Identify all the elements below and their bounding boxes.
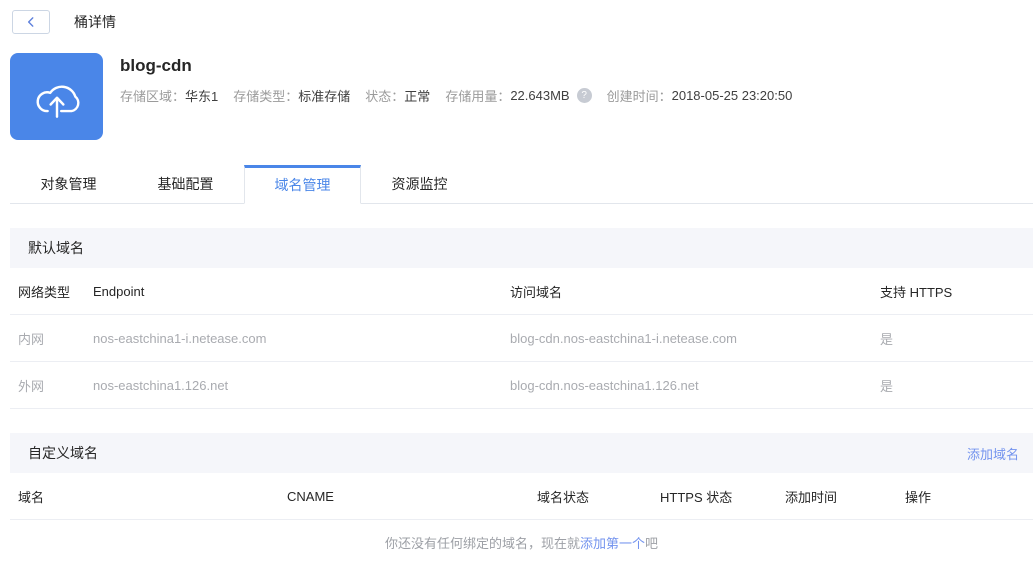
bucket-info: blog-cdn 存储区域： 华东1 存储类型： 标准存储 状态： 正常 存储用…: [120, 53, 807, 140]
back-button[interactable]: [12, 10, 50, 34]
column-header: 支持 HTTPS: [880, 284, 953, 300]
bucket-header: blog-cdn 存储区域： 华东1 存储类型： 标准存储 状态： 正常 存储用…: [10, 53, 1033, 140]
meta-storage-region: 存储区域： 华东1: [120, 86, 218, 105]
network-type-cell: 外网: [18, 378, 45, 394]
help-icon[interactable]: ?: [576, 88, 592, 103]
meta-status: 状态： 正常: [365, 86, 430, 105]
empty-state-text: 你还没有任何绑定的域名，现在就: [384, 535, 580, 551]
empty-state: 你还没有任何绑定的域名，现在就 添加第一个吧: [10, 520, 1033, 562]
meta-label: 创建时间：: [606, 89, 672, 104]
column-header: 添加时间: [785, 489, 838, 505]
tab-domain-management[interactable]: 域名管理: [244, 165, 361, 204]
meta-label: 存储区域：: [120, 89, 186, 104]
custom-domain-table: 域名 CNAME 域名状态 HTTPS 状态 添加时间 操作 你还没有任何绑定的…: [10, 473, 1033, 562]
meta-created-time: 创建时间： 2018-05-25 23:20:50: [607, 86, 793, 105]
back-chevron-icon: [27, 17, 34, 27]
meta-storage-type: 存储类型： 标准存储: [233, 86, 350, 105]
add-domain-link[interactable]: 添加域名: [967, 444, 1019, 463]
main-content: 默认域名 网络类型 Endpoint 访问域名 支持 HTTPS 内网 nos-…: [10, 228, 1033, 562]
empty-state-text: 吧: [645, 535, 659, 551]
column-header: 网络类型: [18, 284, 71, 300]
cloud-upload-icon: [36, 85, 80, 118]
tab-resource-monitor[interactable]: 资源监控: [361, 165, 478, 203]
meta-storage-usage: 存储用量： 22.643MB ?: [445, 86, 592, 105]
column-header: Endpoint: [93, 283, 145, 299]
column-header: 域名状态: [537, 489, 590, 505]
tab-object-management[interactable]: 对象管理: [10, 165, 127, 203]
bucket-name: blog-cdn: [120, 56, 192, 75]
column-header: HTTPS 状态: [660, 489, 733, 505]
tab-bar: 对象管理 基础配置 域名管理 资源监控: [10, 165, 1033, 204]
default-domain-section-bar: 默认域名: [10, 228, 1033, 268]
column-header: CNAME: [287, 488, 334, 504]
section-title: 默认域名: [28, 240, 84, 256]
default-domain-table: 网络类型 Endpoint 访问域名 支持 HTTPS 内网 nos-eastc…: [10, 268, 1033, 409]
meta-value: 2018-05-25 23:20:50: [671, 88, 793, 103]
meta-value: 22.643MB: [510, 88, 570, 103]
column-header: 访问域名: [510, 284, 563, 300]
table-row: 外网 nos-eastchina1.126.net blog-cdn.nos-e…: [10, 362, 1033, 409]
meta-value: 标准存储: [298, 89, 351, 104]
meta-label: 状态：: [365, 89, 405, 104]
column-header: 域名: [18, 489, 45, 505]
bucket-meta: 存储区域： 华东1 存储类型： 标准存储 状态： 正常 存储用量： 22.643…: [120, 86, 807, 105]
tab-basic-config[interactable]: 基础配置: [127, 165, 244, 203]
add-first-domain-link[interactable]: 添加第一个: [580, 533, 645, 552]
access-domain-cell: blog-cdn.nos-eastchina1.126.net: [510, 377, 699, 393]
access-domain-cell: blog-cdn.nos-eastchina1-i.netease.com: [510, 330, 737, 346]
network-type-cell: 内网: [18, 331, 45, 347]
section-title: 自定义域名: [28, 445, 98, 461]
table-header-row: 网络类型 Endpoint 访问域名 支持 HTTPS: [10, 268, 1033, 315]
meta-label: 存储类型：: [233, 89, 299, 104]
table-row: 内网 nos-eastchina1-i.netease.com blog-cdn…: [10, 315, 1033, 362]
topbar: 桶详情: [0, 0, 1033, 44]
meta-value: 正常: [404, 89, 431, 104]
table-header-row: 域名 CNAME 域名状态 HTTPS 状态 添加时间 操作: [10, 473, 1033, 520]
column-header: 操作: [905, 489, 932, 505]
https-support-cell: 是: [880, 378, 894, 394]
page-title: 桶详情: [74, 14, 116, 30]
bucket-icon: [10, 53, 103, 140]
custom-domain-section-bar: 自定义域名 添加域名: [10, 433, 1033, 473]
meta-value: 华东1: [185, 89, 219, 104]
https-support-cell: 是: [880, 331, 894, 347]
meta-label: 存储用量：: [445, 89, 511, 104]
endpoint-cell: nos-eastchina1-i.netease.com: [93, 330, 267, 346]
endpoint-cell: nos-eastchina1.126.net: [93, 377, 229, 393]
